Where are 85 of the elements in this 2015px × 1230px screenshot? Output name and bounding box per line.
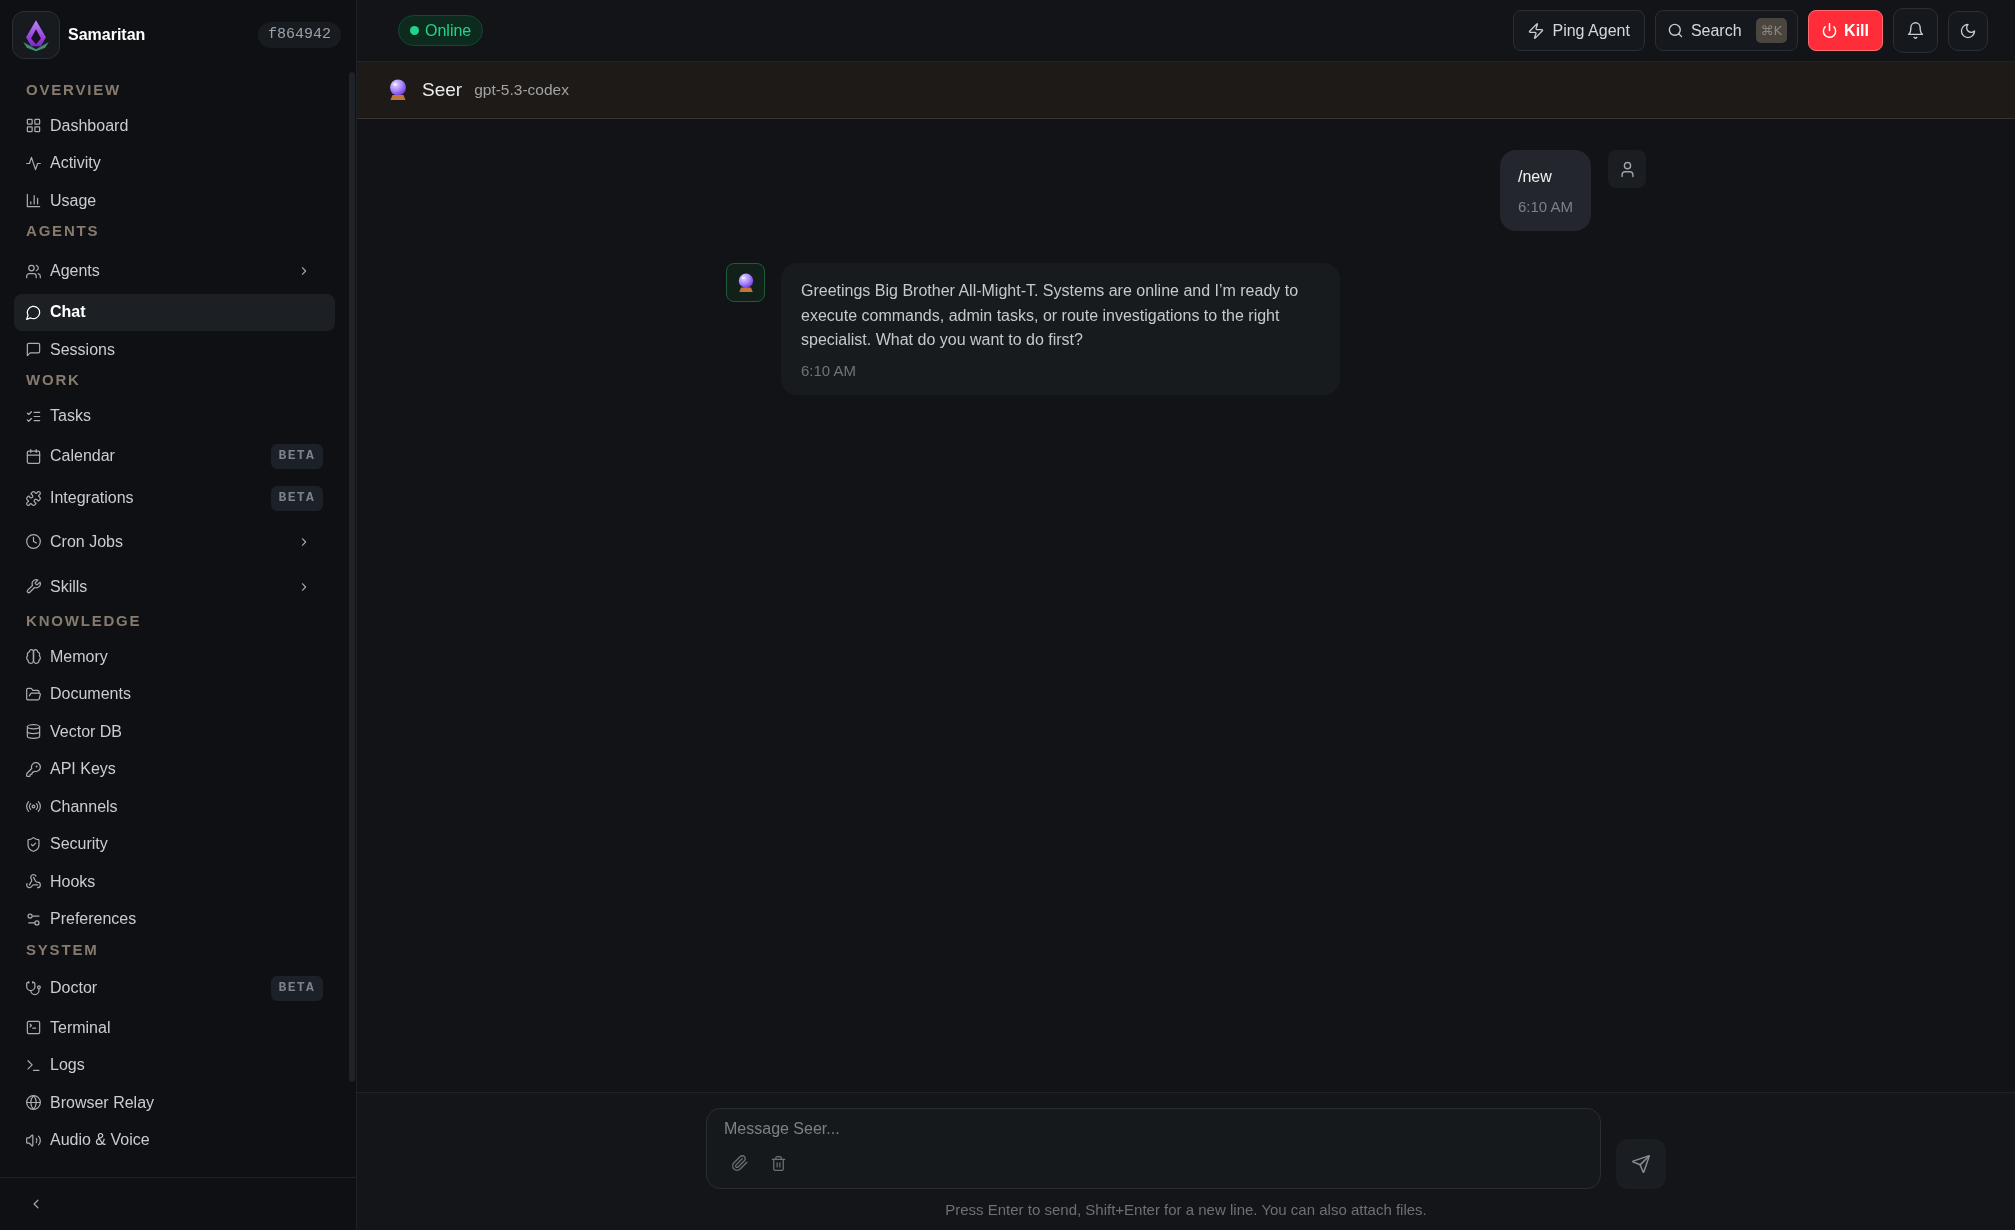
sidebar-item[interactable]: Logs [14,1046,335,1084]
users-icon [26,263,41,279]
sidebar-item[interactable]: Security [14,825,335,863]
section-heading: KNOWLEDGE [25,610,143,631]
status-text: Online [425,20,472,41]
stethoscope-icon [26,980,41,996]
user-icon [1608,150,1646,188]
sidebar-item[interactable]: Hooks [14,863,335,901]
sliders-icon [26,911,41,927]
terminal-icon [26,1020,41,1036]
section-heading: SYSTEM [25,939,100,960]
broadcast-icon [26,799,41,815]
sidebar-item[interactable]: Dashboard [14,107,335,145]
feature-tag: BETA [270,485,323,511]
sidebar-item[interactable]: Activity [14,144,335,182]
message-input[interactable]: Message Seer... [724,1117,1583,1145]
webhook-icon [26,874,41,890]
send-icon [1632,1155,1650,1173]
paperclip-icon [732,1155,748,1171]
section-heading: WORK [25,370,82,391]
clock-icon [26,534,41,549]
kill-button[interactable]: Kill [1808,10,1883,51]
sidebar-item[interactable]: Skills [14,564,335,609]
sidebar-item[interactable]: Doctor BETA [14,967,335,1009]
sidebar-item[interactable]: Memory [14,638,335,676]
search-button[interactable]: Search ⌘K [1654,10,1799,51]
sidebar-item[interactable]: Sessions [14,331,335,369]
calendar-icon [26,448,41,464]
hooded-figure-icon [12,11,60,59]
feature-tag: BETA [270,443,323,469]
sidebar-item[interactable]: Tasks [14,397,335,435]
sidebar-item[interactable]: Usage [14,182,335,220]
search-icon [1667,23,1683,38]
sidebar-item[interactable]: Integrations BETA [14,477,335,519]
section-heading: OVERVIEW [25,79,122,100]
theme-toggle-button[interactable] [1948,10,1988,51]
sidebar-item[interactable]: Documents [14,675,335,713]
database-icon [26,724,41,740]
chat-bubble-icon [26,304,41,320]
version-tag: f864942 [258,21,341,49]
send-button[interactable] [1616,1139,1666,1189]
speaker-icon [26,1132,41,1148]
pulse-icon [26,155,41,171]
moon-icon [1960,22,1976,39]
keyboard-shortcut: ⌘K [1755,18,1788,43]
checklist-icon [26,408,41,424]
lightning-icon [1528,22,1545,39]
app-name: Samaritan [68,25,146,45]
bell-icon [1907,22,1924,39]
globe-icon [26,1095,41,1111]
model-name: gpt-5.3-codex [474,80,569,101]
agent-name: Seer [422,77,463,102]
sidebar-item[interactable]: Vector DB [14,713,335,751]
sidebar-item[interactable]: Calendar BETA [14,435,335,477]
power-icon [1822,23,1838,38]
message-time: 6:10 AM [1517,197,1573,217]
message-text: Greetings Big Brother All-Might-T. Systems are online and I’m ready to execute commands, admin tasks, or route investigations to the right specialist. What do you want to do first? [801,281,1300,350]
puzzle-icon [26,490,41,506]
sidebar-item[interactable]: Audio & Voice [14,1121,335,1159]
sidebar-item[interactable]: Terminal [14,1009,335,1047]
composer-hint: Press Enter to send, Shift+Enter for a new line. You can also attach files. [944,1200,1428,1220]
sidebar-item[interactable]: API Keys [14,750,335,788]
sidebar-item[interactable]: Channels [14,788,335,826]
message-text: /new [1517,167,1553,187]
folder-icon [26,686,41,702]
sidebar-item[interactable]: Agents [14,248,335,294]
section-heading: AGENTS [25,221,101,242]
sidebar-item[interactable]: Chat [14,293,335,331]
prompt-icon [26,1057,41,1073]
brain-icon [26,649,41,665]
key-icon [26,761,41,777]
sidebar-item[interactable]: Preferences [14,900,335,938]
trash-icon [770,1155,786,1171]
feature-tag: BETA [270,975,323,1001]
notifications-button[interactable] [1893,8,1938,53]
sidebar-item[interactable]: Browser Relay [14,1084,335,1122]
shield-icon [26,836,41,852]
ping-agent-button[interactable]: Ping Agent [1513,10,1645,51]
message-field[interactable]: Message Seer... [706,1108,1601,1189]
grid-icon [26,118,41,134]
bar-chart-icon [26,193,41,209]
wrench-icon [26,579,41,594]
sidebar-item[interactable]: Cron Jobs [14,519,335,564]
message-time: 6:10 AM [801,360,858,381]
crystal-ball-icon [388,79,408,101]
